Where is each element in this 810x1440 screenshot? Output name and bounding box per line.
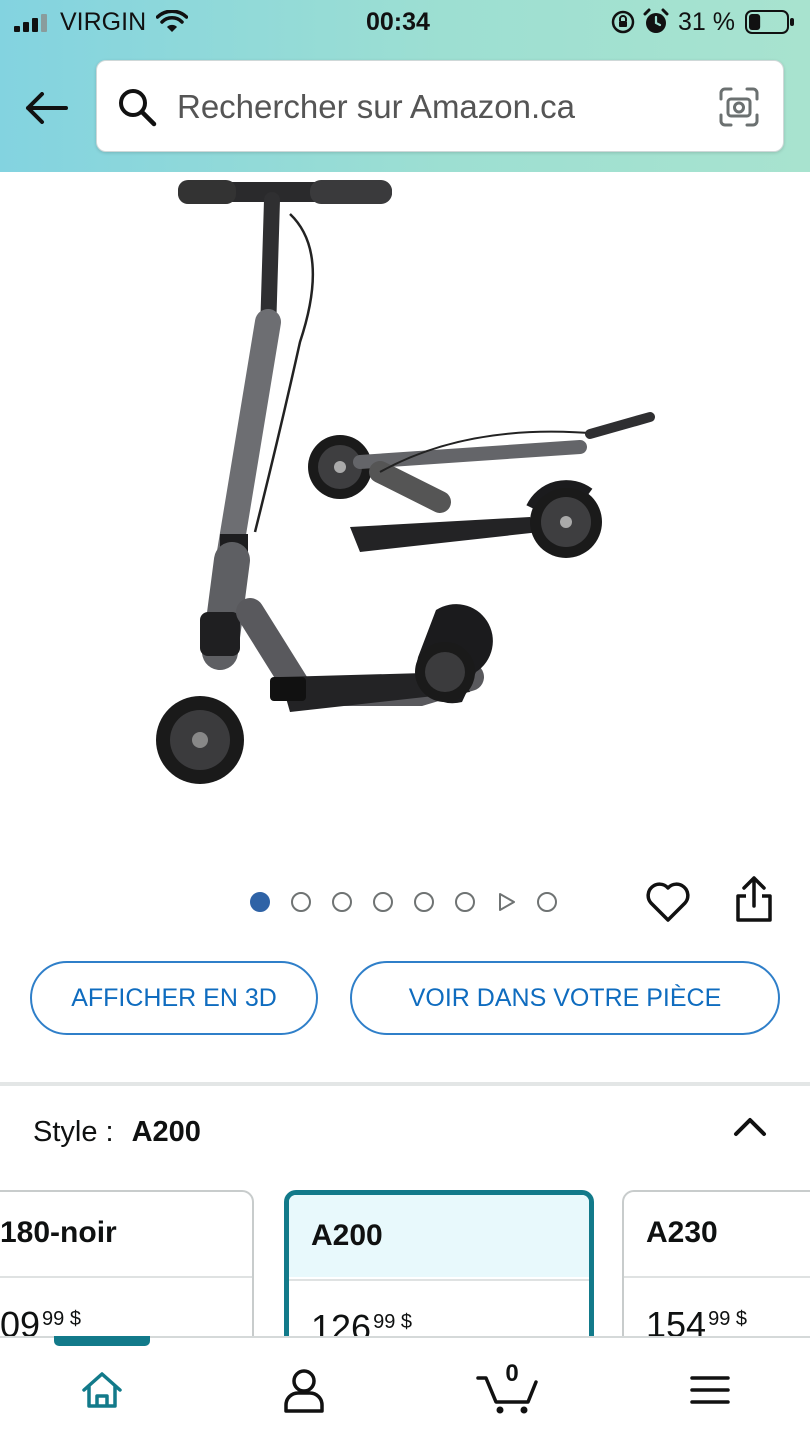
nav-menu-button[interactable] [680, 1360, 740, 1420]
heart-icon[interactable] [644, 878, 692, 926]
menu-icon [690, 1376, 730, 1404]
camera-scan-icon[interactable] [717, 85, 761, 129]
view-3d-label: AFFICHER EN 3D [71, 983, 277, 1012]
nav-account-button[interactable] [274, 1360, 334, 1420]
cellular-signal-icon [14, 14, 47, 32]
nav-home-button[interactable] [72, 1360, 132, 1420]
view-in-room-button[interactable]: VOIR DANS VOTRE PIÈCE [350, 961, 780, 1035]
style-option-name: A200 [311, 1219, 383, 1252]
style-option-name: 180-noir [0, 1216, 117, 1249]
battery-percent: 31 % [678, 8, 735, 36]
kick-scooter-image[interactable] [0, 172, 810, 852]
search-bar[interactable] [96, 60, 784, 152]
carousel-dot[interactable] [291, 892, 311, 912]
status-bar: VIRGIN 00:34 31 % [0, 0, 810, 46]
view-in-room-label: VOIR DANS VOTRE PIÈCE [408, 983, 722, 1012]
clock-time: 00:34 [366, 8, 430, 36]
style-selected-value: A200 [131, 1116, 201, 1148]
style-label: Style : [33, 1116, 114, 1148]
chevron-up-icon[interactable] [730, 1110, 770, 1142]
style-option-name: A230 [646, 1216, 718, 1249]
carousel-dot[interactable] [455, 892, 475, 912]
search-input[interactable] [177, 81, 697, 133]
carousel-dot[interactable] [414, 892, 434, 912]
cart-count-badge: 0 [505, 1360, 519, 1387]
back-button[interactable] [20, 84, 72, 132]
arrow-left-icon [26, 92, 68, 124]
scooter-folded [308, 412, 655, 558]
alarm-icon [643, 8, 669, 33]
share-icon[interactable] [728, 874, 780, 926]
image-carousel-indicator [250, 890, 578, 914]
carrier-name: VIRGIN [60, 8, 147, 36]
wifi-icon [156, 10, 188, 32]
play-icon[interactable] [496, 892, 516, 912]
active-tab-indicator [54, 1336, 150, 1346]
view-3d-button[interactable]: AFFICHER EN 3D [30, 961, 318, 1035]
account-icon [284, 1369, 324, 1413]
card-divider [624, 1276, 810, 1278]
style-option-card[interactable]: 180-noir 09 99 $ [0, 1190, 254, 1350]
section-divider [0, 1082, 810, 1086]
carousel-dot[interactable] [373, 892, 393, 912]
carousel-dot[interactable] [332, 892, 352, 912]
style-option-card[interactable]: A230 154 99 $ [622, 1190, 810, 1350]
card-divider [0, 1276, 252, 1278]
app-header: VIRGIN 00:34 31 % [0, 0, 810, 172]
home-icon [82, 1372, 122, 1408]
carousel-dot[interactable] [537, 892, 557, 912]
battery-icon [745, 10, 794, 34]
carousel-dot[interactable] [250, 892, 270, 912]
style-selector-header: Style : A200 [33, 1116, 201, 1149]
style-option-card-selected[interactable]: A200 126 99 $ [284, 1190, 594, 1350]
rotation-lock-icon [611, 10, 635, 34]
card-divider [289, 1279, 589, 1281]
search-icon [119, 89, 157, 127]
